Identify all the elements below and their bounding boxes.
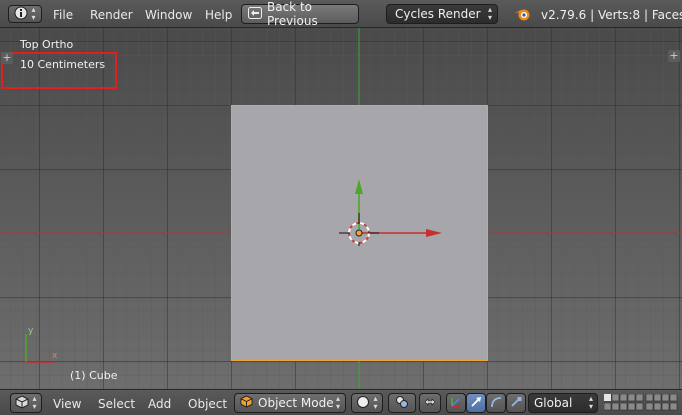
y-arrow-icon [355,179,363,194]
pivot-point-button[interactable] [388,393,416,413]
translate-tool-button[interactable] [466,393,486,413]
x-arrow-icon [426,229,442,237]
orientation-label: Global [534,396,573,410]
scale-tool-button[interactable] [506,393,526,413]
menu-file[interactable]: File [53,8,73,22]
chevron-updown-icon: ▴ ▾ [588,394,593,411]
3d-cursor-icon [339,213,379,246]
back-to-previous-button[interactable]: Back to Previous [241,0,359,28]
menu-help[interactable]: Help [205,8,232,22]
back-arrow-icon [248,6,262,22]
3d-view-cube-icon [15,394,29,412]
mode-label: Object Mode [258,396,334,410]
axis-y-label: y [28,326,34,336]
menu-select[interactable]: Select [98,397,135,411]
menu-view[interactable]: View [53,397,81,411]
transform-orientation-dropdown[interactable]: Global ▴ ▾ [528,393,598,413]
properties-toggle[interactable]: + [668,50,680,62]
transform-manipulator[interactable] [330,146,450,246]
render-engine-label: Cycles Render [395,7,481,21]
menu-render[interactable]: Render [90,8,133,22]
rotate-arc-icon [489,395,503,412]
render-engine-dropdown[interactable]: Cycles Render ▴ ▾ [386,4,498,24]
info-header: ▴ ▾ File Render Window Help Back to Previ… [0,0,682,28]
chevron-updown-icon: ▴ ▾ [487,5,492,22]
manipulator-toggle-button[interactable] [446,393,466,413]
3d-viewport[interactable]: Top Ortho 10 Centimeters + + y x (1) Cub… [0,28,682,389]
back-to-previous-label: Back to Previous [267,0,318,28]
object-mode-cube-icon [240,395,253,411]
snapping-button[interactable] [419,393,441,413]
mode-dropdown[interactable]: Object Mode ▴ ▾ [234,393,346,413]
blender-logo-icon [514,6,532,25]
highlight-box [1,52,117,89]
viewport-header: ▴ ▾ View Select Add Object Object Mode ▴ ▾… [0,389,682,415]
solid-sphere-icon [356,395,370,412]
scale-icon [509,395,523,412]
editor-type-button[interactable]: ▴ ▾ [8,5,42,23]
toolshelf-toggle[interactable]: + [1,52,13,64]
view-name: Top Ortho [20,38,74,51]
layer-grid-icon[interactable] [604,394,680,412]
view-axis-widget [25,334,54,363]
active-object-label: (1) Cube [70,369,118,382]
scene-stats: v2.79.6 | Verts:8 | Faces:6 | [541,8,682,22]
rotate-tool-button[interactable] [486,393,506,413]
translate-arrow-icon [469,395,483,412]
manipulator-toggle-icon [449,395,463,412]
editor-type-button[interactable]: ▴ ▾ [10,393,42,413]
menu-add[interactable]: Add [148,397,171,411]
chevron-updown-icon: ▴ ▾ [32,394,37,411]
snap-arrows-icon [423,395,437,412]
pivot-point-icon [395,395,409,412]
axis-x-label: x [52,351,58,361]
chevron-updown-icon: ▴ ▾ [335,394,340,411]
menu-object[interactable]: Object [188,397,227,411]
chevron-updown-icon: ▴ ▾ [31,5,36,22]
menu-window[interactable]: Window [145,8,192,22]
chevron-updown-icon: ▴ ▾ [373,394,378,411]
info-icon [14,6,28,23]
viewport-shading-button[interactable]: ▴ ▾ [351,393,383,413]
